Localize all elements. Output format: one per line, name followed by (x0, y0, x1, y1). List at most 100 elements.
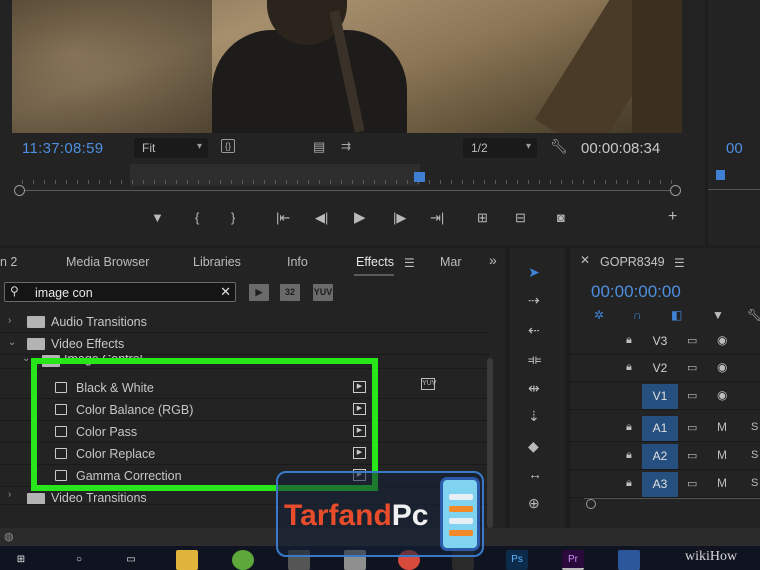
track-v3[interactable]: 🔒︎ V3 ▭ ◉ (570, 329, 760, 355)
zoom-start-handle[interactable] (14, 185, 25, 196)
panel-menu-icon[interactable]: ☰ (404, 256, 415, 270)
track-select-icon[interactable]: ⇢ (528, 292, 540, 309)
sequence-tab[interactable]: GOPR8349 (600, 255, 665, 269)
tab-libraries[interactable]: Libraries (193, 255, 241, 269)
slide-icon[interactable]: ↔ (528, 466, 542, 482)
solo-button[interactable]: S (751, 477, 758, 489)
solo-button[interactable]: S (751, 449, 758, 461)
lock-icon[interactable]: 🔒︎ (626, 361, 632, 374)
tab-project[interactable]: n 2 (0, 255, 17, 269)
eye-icon[interactable]: ◉ (717, 360, 727, 374)
chevron-right-icon[interactable]: › (8, 491, 11, 500)
folder-audio-transitions[interactable]: › Audio Transitions (0, 311, 490, 333)
export-frame-icon[interactable]: ◙ (557, 210, 565, 225)
app-icon[interactable] (232, 550, 254, 570)
playhead[interactable] (414, 172, 425, 182)
source-playhead[interactable] (716, 170, 725, 180)
sync-lock-icon[interactable]: ▭ (687, 477, 697, 490)
tab-effects[interactable]: Effects (356, 255, 394, 269)
source-monitor-edge: 00 (708, 0, 760, 245)
lift-icon[interactable]: ⊞ (477, 210, 488, 226)
razor-icon[interactable]: ⇣ (528, 408, 540, 425)
sync-lock-icon[interactable]: ▭ (687, 389, 697, 402)
mute-button[interactable]: M (717, 420, 727, 434)
nest-sequence-icon[interactable]: ✲ (594, 308, 604, 322)
slip-icon[interactable]: ◆ (528, 438, 539, 455)
lock-icon[interactable]: 🔒︎ (626, 421, 632, 434)
track-a3[interactable]: 🔒︎ A3 ▭ M S (570, 472, 760, 498)
add-marker-icon[interactable]: ▼ (712, 308, 724, 322)
sync-lock-icon[interactable]: ▭ (687, 449, 697, 462)
step-forward-icon[interactable]: |▶ (393, 210, 406, 226)
chevron-right-icon[interactable]: › (8, 315, 11, 326)
go-to-in-icon[interactable]: |⇤ (276, 210, 290, 226)
effects-scrollbar[interactable] (487, 358, 493, 528)
button-editor-icon[interactable]: + (668, 208, 677, 226)
playback-resolution-dropdown[interactable]: 1/2 ▾ (463, 138, 537, 158)
tab-markers[interactable]: Mar (440, 255, 462, 269)
photoshop-icon[interactable]: Ps (506, 550, 528, 570)
play-icon[interactable]: ▶ (354, 208, 366, 226)
zoom-end-handle[interactable] (670, 185, 681, 196)
loop-icon[interactable]: ⇉ (341, 139, 351, 153)
32bit-filter-icon[interactable]: 32 (280, 284, 300, 301)
search-icon[interactable]: ○ (68, 550, 90, 570)
wrench-icon[interactable]: 🔧︎ (747, 308, 760, 322)
rolling-edit-icon[interactable]: ⟚ (528, 351, 541, 368)
solo-button[interactable]: S (751, 421, 758, 433)
lock-icon[interactable]: 🔒︎ (626, 477, 632, 490)
fit-dropdown[interactable]: Fit ▾ (134, 138, 208, 158)
lock-icon[interactable]: 🔒︎ (626, 449, 632, 462)
mark-out-icon[interactable]: } (231, 210, 235, 225)
chevron-down-icon[interactable]: ⌄ (8, 337, 16, 348)
timeline-zoom-handle[interactable] (586, 499, 596, 509)
mute-button[interactable]: M (717, 448, 727, 462)
premiere-icon[interactable]: Pr (562, 550, 584, 570)
linked-selection-icon[interactable]: ◧ (671, 308, 682, 322)
wrench-icon[interactable]: 🔧︎ (550, 138, 568, 155)
timeline-timecode[interactable]: 00:00:00:00 (591, 282, 681, 302)
clear-search-icon[interactable]: ✕ (220, 284, 231, 300)
sync-lock-icon[interactable]: ▭ (687, 361, 697, 374)
chevron-down-icon[interactable]: ⌄ (22, 355, 30, 364)
tab-info[interactable]: Info (287, 255, 308, 269)
lock-icon[interactable]: 🔒︎ (626, 334, 632, 347)
settings-bracket-icon[interactable]: {} (221, 139, 235, 153)
yuv-filter-icon[interactable]: YUV (313, 284, 333, 301)
track-a2[interactable]: 🔒︎ A2 ▭ M S (570, 444, 760, 470)
start-icon[interactable]: ⊞ (10, 550, 32, 570)
snap-icon[interactable]: ∩ (633, 308, 642, 322)
file-explorer-icon[interactable] (176, 550, 198, 570)
extract-icon[interactable]: ⊟ (515, 210, 526, 226)
eye-icon[interactable]: ◉ (717, 333, 727, 347)
eye-icon[interactable]: ◉ (717, 388, 727, 402)
track-a1[interactable]: 🔒︎ A1 ▭ M S (570, 416, 760, 442)
sync-lock-icon[interactable]: ▭ (687, 334, 697, 347)
mark-in-icon[interactable]: { (195, 210, 199, 225)
accelerated-effects-filter-icon[interactable]: ▶ (249, 284, 269, 301)
ripple-edit-icon[interactable]: ⇠ (528, 322, 540, 339)
go-to-out-icon[interactable]: ⇥| (430, 210, 444, 226)
step-back-icon[interactable]: ◀| (315, 210, 328, 226)
track-v1[interactable]: V1 ▭ ◉ (570, 384, 760, 410)
timeline-menu-icon[interactable]: ☰ (674, 256, 685, 270)
safe-margins-icon[interactable]: ▤ (313, 139, 325, 155)
task-view-icon[interactable]: ▭ (120, 550, 142, 570)
transport-controls: ▼ { } |⇤ ◀| ▶ |▶ ⇥| ⊞ ⊟ ◙ + (0, 208, 705, 230)
mute-button[interactable]: M (717, 476, 727, 490)
chevron-down-icon: ▾ (525, 141, 531, 152)
tabs-overflow-icon[interactable]: » (489, 252, 497, 268)
add-marker-icon[interactable]: ▼ (151, 210, 164, 225)
monitor-time-ruler[interactable] (14, 164, 681, 196)
sync-lock-icon[interactable]: ▭ (687, 421, 697, 434)
word-icon[interactable] (618, 550, 640, 570)
playhead-timecode[interactable]: 11:37:08:59 (22, 140, 103, 157)
folder-video-effects[interactable]: ⌄ Video Effects (0, 333, 490, 355)
effects-search-input[interactable]: ⚲ image con ✕ (4, 282, 236, 302)
track-v2[interactable]: 🔒︎ V2 ▭ ◉ (570, 356, 760, 382)
tab-media-browser[interactable]: Media Browser (66, 255, 149, 269)
selection-tool-icon[interactable]: ➤ (528, 264, 540, 281)
rate-stretch-icon[interactable]: ⇹ (528, 380, 540, 397)
close-tab-icon[interactable]: ✕ (580, 253, 590, 267)
pen-icon[interactable]: ⊕ (528, 495, 540, 512)
